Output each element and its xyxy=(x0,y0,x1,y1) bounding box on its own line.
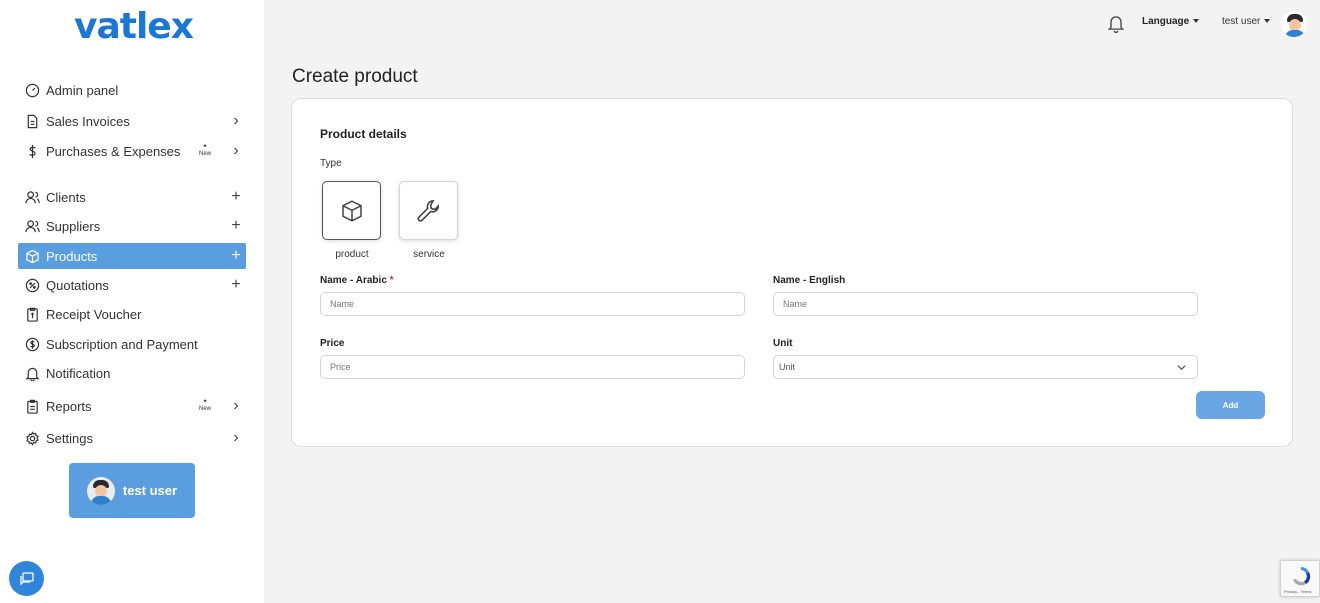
type-caption-service: service xyxy=(413,249,445,260)
plus-icon[interactable]: + xyxy=(226,247,246,265)
users-icon xyxy=(24,189,40,205)
page-title: Create product xyxy=(292,66,418,87)
sidebar: vatlex Admin panel Sales Invoices › Purc… xyxy=(0,0,264,603)
sidebar-item-purchases-expenses[interactable]: Purchases & Expenses ✦ New › xyxy=(18,142,246,160)
avatar xyxy=(86,476,115,505)
sidebar-item-label: Notification xyxy=(46,366,111,381)
chevron-down-icon xyxy=(1177,365,1186,371)
sparkle-icon: ✦ New xyxy=(198,144,211,157)
user-menu[interactable]: test user xyxy=(1222,16,1271,27)
sidebar-item-subscription[interactable]: Subscription and Payment xyxy=(18,336,246,353)
add-button[interactable]: Add xyxy=(1196,391,1265,419)
sidebar-item-settings[interactable]: Settings › xyxy=(18,429,246,447)
sidebar-item-receipt-voucher[interactable]: Receipt Voucher xyxy=(18,306,246,323)
name-arabic-label: Name - Arabic * xyxy=(320,275,394,286)
unit-label: Unit xyxy=(773,338,793,349)
type-option-product[interactable] xyxy=(322,181,381,240)
sidebar-item-reports[interactable]: Reports ✦ New › xyxy=(18,397,246,415)
sidebar-item-label: Reports xyxy=(46,398,92,414)
plus-icon[interactable]: + xyxy=(226,188,246,206)
chevron-right-icon: › xyxy=(233,429,239,446)
recaptcha-text: Privacy - Terms xyxy=(1284,589,1312,594)
recaptcha-icon xyxy=(1293,567,1311,586)
unit-select[interactable]: Unit xyxy=(773,355,1198,379)
sidebar-item-label: Products xyxy=(46,248,98,264)
new-badge: New xyxy=(198,151,211,157)
sidebar-item-label: Receipt Voucher xyxy=(46,307,142,322)
sidebar-item-label: Settings xyxy=(46,430,93,446)
plus-icon[interactable]: + xyxy=(226,217,246,235)
section-title: Product details xyxy=(320,127,407,141)
chevron-right-icon: › xyxy=(233,112,239,129)
logo: vatlex xyxy=(74,6,194,47)
chat-button[interactable] xyxy=(9,561,44,596)
type-caption-product: product xyxy=(335,249,369,260)
gear-icon xyxy=(24,430,40,446)
sidebar-item-notification[interactable]: Notification xyxy=(18,365,246,382)
chevron-right-icon: › xyxy=(233,142,239,159)
clipboard-icon xyxy=(24,398,40,414)
type-label: Type xyxy=(320,158,342,169)
chevron-right-icon: › xyxy=(233,397,239,414)
price-label: Price xyxy=(320,338,345,349)
wrench-icon xyxy=(417,199,439,222)
name-arabic-input[interactable] xyxy=(320,292,745,316)
sidebar-item-label: Subscription and Payment xyxy=(46,337,198,352)
sidebar-item-suppliers[interactable]: Suppliers + xyxy=(18,217,246,235)
name-english-label: Name - English xyxy=(773,275,846,286)
name-english-input[interactable] xyxy=(773,292,1198,316)
sidebar-item-clients[interactable]: Clients + xyxy=(18,188,246,206)
unit-select-value: Unit xyxy=(779,362,796,372)
sidebar-item-sales-invoices[interactable]: Sales Invoices › xyxy=(18,112,246,130)
language-dropdown[interactable]: Language xyxy=(1142,16,1200,27)
box-icon xyxy=(24,248,40,264)
bell-icon xyxy=(24,366,40,382)
plus-icon[interactable]: + xyxy=(226,276,246,294)
bell-icon xyxy=(1107,16,1125,34)
sidebar-item-label: Sales Invoices xyxy=(46,113,130,129)
avatar[interactable] xyxy=(1281,11,1307,37)
box-icon xyxy=(341,199,362,222)
user-card-name: test user xyxy=(122,483,178,498)
sidebar-item-products[interactable]: Products + xyxy=(18,243,246,269)
sidebar-item-admin-panel[interactable]: Admin panel xyxy=(18,82,246,99)
sidebar-item-label: Purchases & Expenses xyxy=(46,143,181,159)
sparkle-icon: ✦ New xyxy=(198,399,211,412)
dollar-icon xyxy=(24,143,40,159)
caret-down-icon xyxy=(1193,19,1200,24)
price-input[interactable] xyxy=(320,355,745,379)
percent-icon xyxy=(24,277,40,293)
caret-down-icon xyxy=(1264,19,1271,24)
sidebar-item-label: Suppliers xyxy=(46,218,101,234)
notifications-button[interactable] xyxy=(1107,13,1125,38)
sidebar-item-label: Quotations xyxy=(46,277,109,293)
type-option-service[interactable] xyxy=(399,181,458,240)
sidebar-item-label: Clients xyxy=(46,189,86,205)
sidebar-item-quotations[interactable]: Quotations + xyxy=(18,276,246,294)
recaptcha-badge[interactable]: Privacy - Terms xyxy=(1280,560,1320,597)
user-card[interactable]: test user xyxy=(69,463,195,518)
required-marker: * xyxy=(389,275,394,286)
invoice-icon xyxy=(24,113,40,129)
product-form-card: Product details Type product service Nam… xyxy=(291,98,1293,447)
language-label: Language xyxy=(1142,16,1190,27)
receipt-icon xyxy=(24,307,40,323)
dashboard-icon xyxy=(24,83,40,99)
new-badge: New xyxy=(198,406,211,412)
user-menu-label: test user xyxy=(1222,16,1261,27)
sidebar-item-label: Admin panel xyxy=(46,83,119,98)
coin-icon xyxy=(24,337,40,353)
users-icon xyxy=(24,218,40,234)
chat-icon xyxy=(19,571,34,585)
